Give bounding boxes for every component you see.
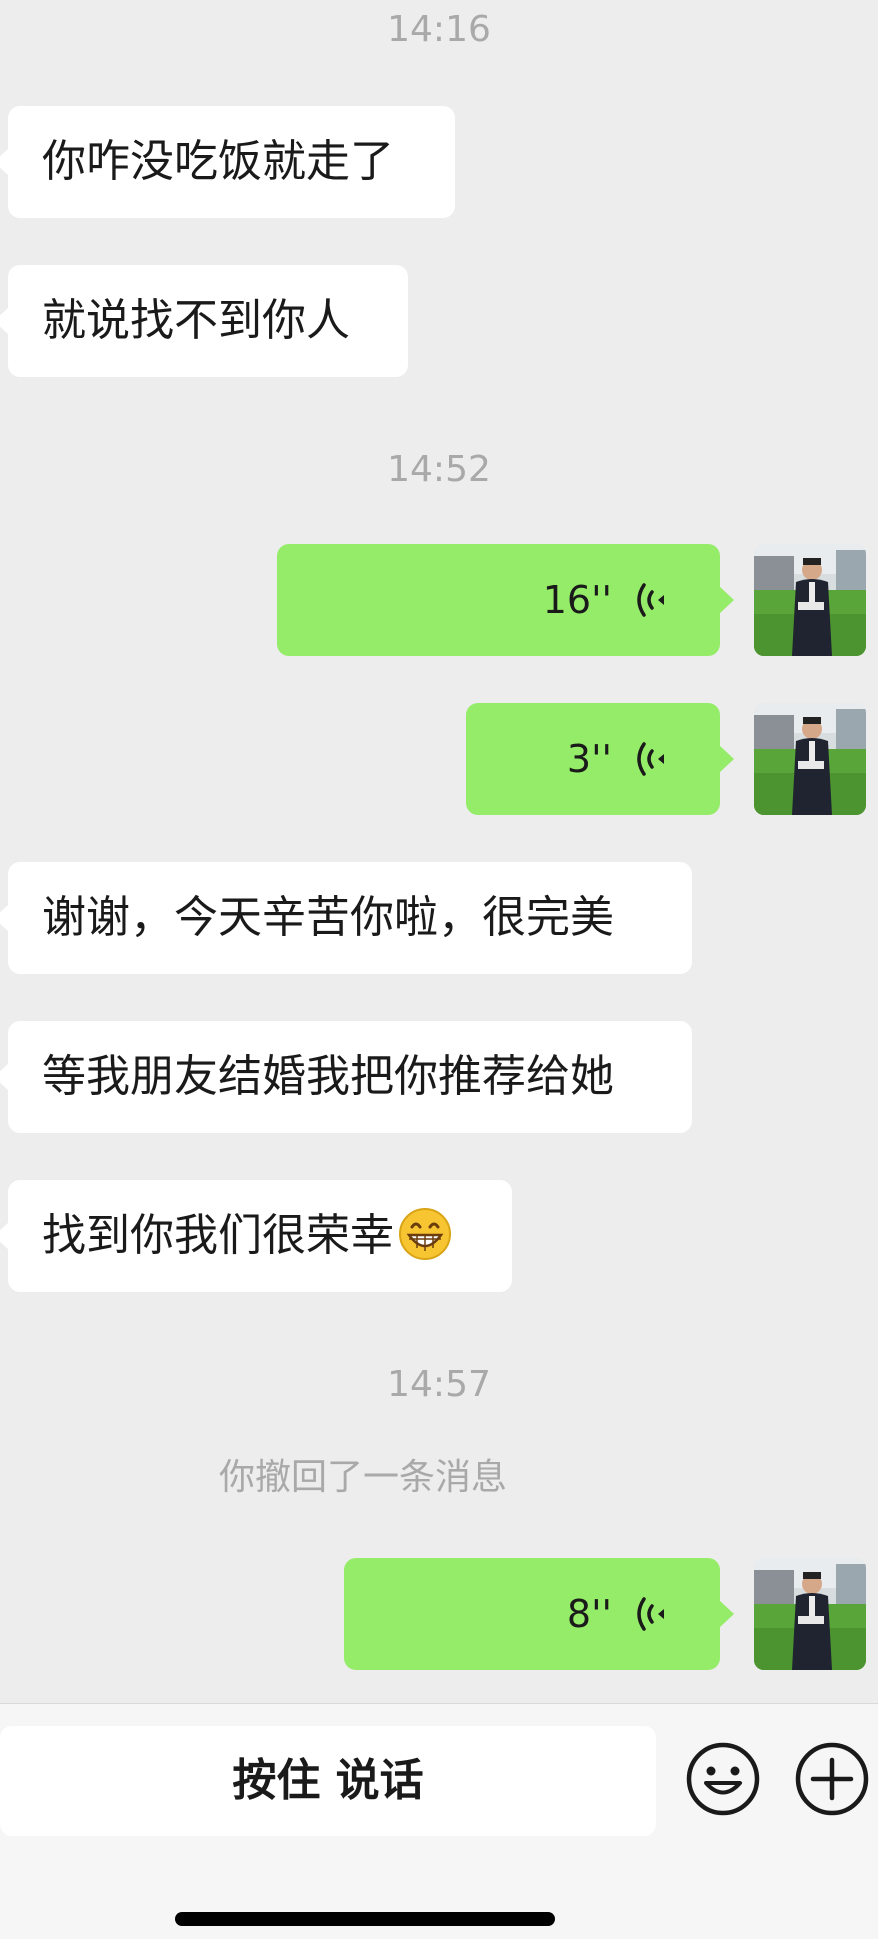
avatar[interactable] (754, 544, 866, 656)
home-indicator (175, 1912, 555, 1926)
plus-icon[interactable] (793, 1740, 871, 1818)
voice-wave-icon (637, 1597, 664, 1631)
outgoing-voice-message[interactable]: 3'' (466, 703, 734, 815)
avatar[interactable] (754, 1558, 866, 1670)
timestamp: 14:52 (387, 449, 491, 490)
chat-area[interactable]: 14:16 你咋没吃饭就走了 就说找不到你人 14:52 16'' 3'' 谢谢… (0, 0, 878, 1703)
voice-duration: 16'' (542, 578, 612, 622)
timestamp: 14:16 (387, 9, 491, 50)
avatar-photo (754, 544, 866, 656)
emoji-icon[interactable] (684, 1740, 762, 1818)
grinning-face-emoji-icon (399, 1208, 451, 1260)
timestamp: 14:57 (387, 1364, 491, 1405)
hold-to-talk-button[interactable]: 按住 说话 (0, 1726, 656, 1836)
outgoing-voice-message[interactable]: 16'' (277, 544, 734, 656)
voice-wave-icon (637, 742, 664, 776)
avatar[interactable] (754, 703, 866, 815)
recall-notice: 你撤回了一条消息 (218, 1457, 507, 1498)
incoming-message-bubble[interactable]: 等我朋友结婚我把你推荐给她 (0, 1021, 692, 1133)
incoming-message-bubble[interactable]: 就说找不到你人 (0, 265, 408, 377)
incoming-message-bubble[interactable]: 找到你我们很荣幸 (0, 1180, 512, 1292)
voice-duration: 8'' (566, 1592, 612, 1636)
message-text: 谢谢，今天辛苦你啦，很完美 (42, 892, 614, 943)
incoming-message-bubble[interactable]: 谢谢，今天辛苦你啦，很完美 (0, 862, 692, 974)
voice-duration: 3'' (566, 737, 612, 781)
avatar-photo (754, 1558, 866, 1670)
outgoing-voice-message[interactable]: 8'' (344, 1558, 734, 1670)
message-text: 找到你我们很荣幸 (42, 1210, 394, 1261)
message-text: 你咋没吃饭就走了 (42, 136, 394, 187)
message-text: 就说找不到你人 (42, 295, 350, 346)
input-toolbar: 按住 说话 (0, 1704, 878, 1939)
incoming-message-bubble[interactable]: 你咋没吃饭就走了 (0, 106, 455, 218)
voice-wave-icon (637, 583, 664, 617)
message-text: 等我朋友结婚我把你推荐给她 (42, 1051, 614, 1102)
avatar-photo (754, 703, 866, 815)
